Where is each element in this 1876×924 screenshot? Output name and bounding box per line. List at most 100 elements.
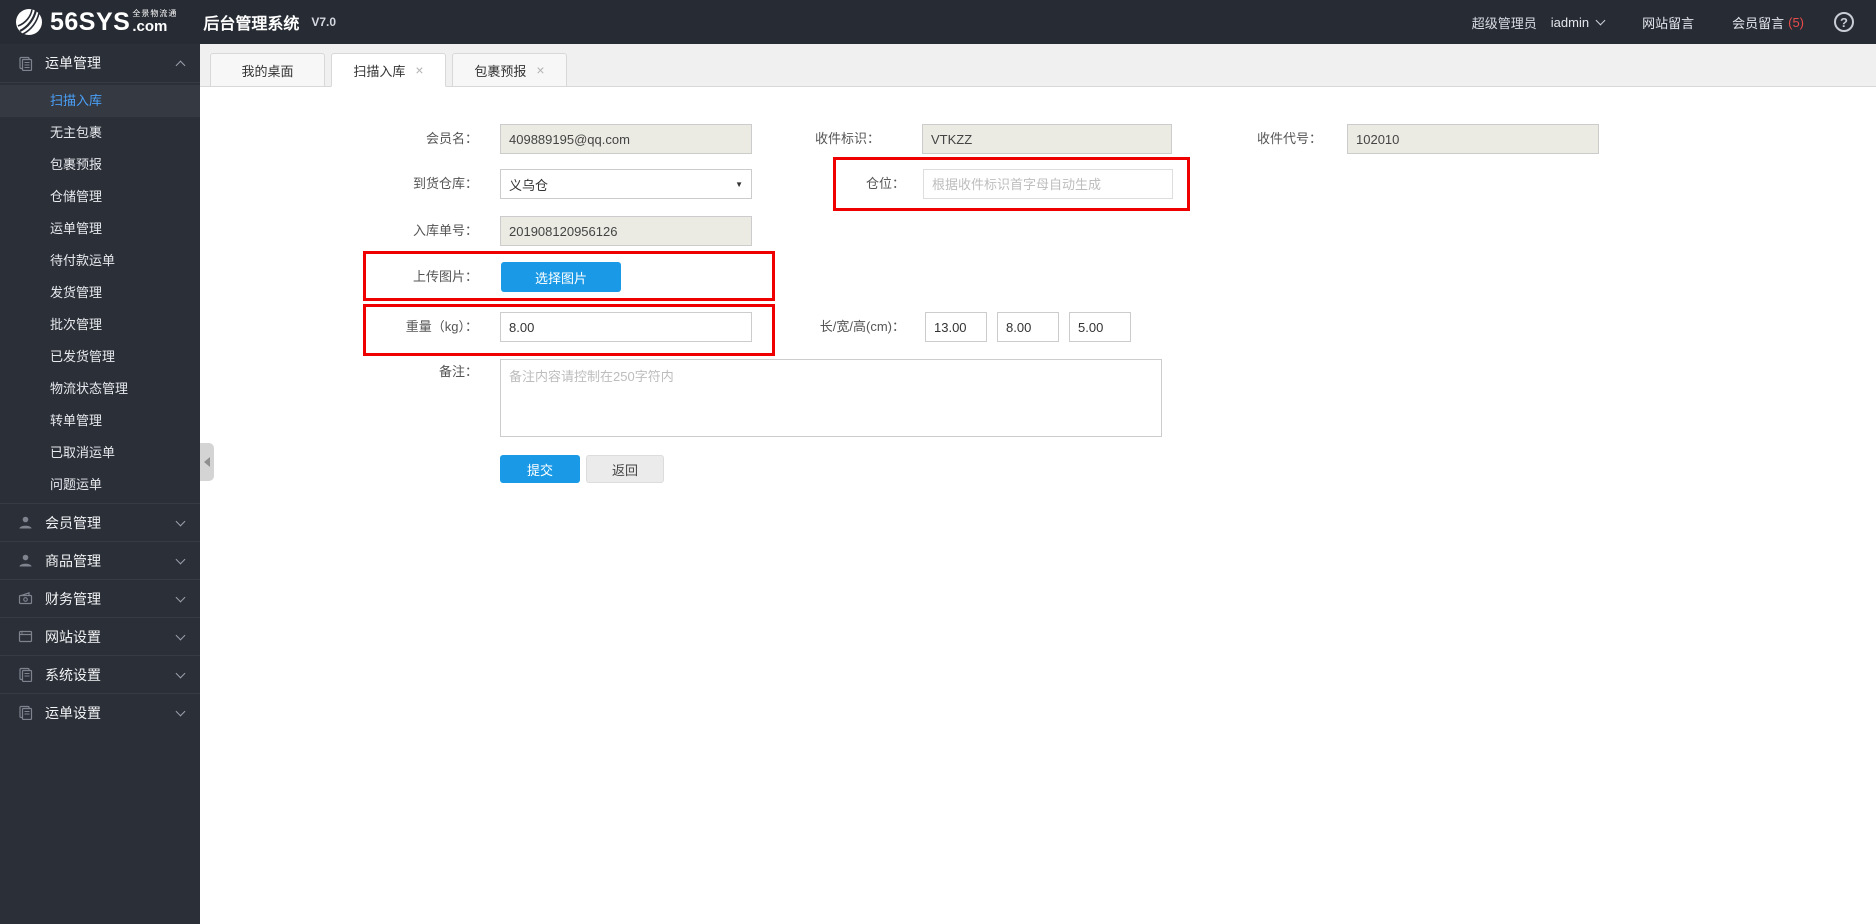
member-messages-label: 会员留言 <box>1732 15 1785 31</box>
length-field[interactable] <box>925 312 987 342</box>
document-icon <box>19 667 33 682</box>
dropdown-arrow-icon: ▼ <box>735 179 743 189</box>
sidebar-item-cancelled-waybills[interactable]: 已取消运单 <box>0 437 200 469</box>
tab-label: 包裹预报 <box>474 63 527 79</box>
sidebar-group-website-settings[interactable]: 网站设置 <box>0 617 200 655</box>
sidebar-item-batch-management[interactable]: 批次管理 <box>0 309 200 341</box>
finance-icon <box>18 591 33 605</box>
member-name-label: 会员名： <box>425 131 478 146</box>
browser-window-icon <box>18 630 33 643</box>
user-icon <box>19 554 32 567</box>
recipient-mark-field <box>922 124 1172 154</box>
app-version: V7.0 <box>311 15 337 29</box>
submit-button[interactable]: 提交 <box>500 455 580 483</box>
sidebar-collapse-handle[interactable] <box>200 443 214 481</box>
dimensions-label: 长/宽/高(cm)： <box>819 319 905 334</box>
sidebar-item-package-forecast[interactable]: 包裹预报 <box>0 149 200 181</box>
remark-label: 备注： <box>438 364 478 379</box>
recipient-code-field <box>1347 124 1599 154</box>
top-header: 56SYS 全景物流通 .com 后台管理系统 V7.0 超级管理员 iadmi… <box>0 0 1876 44</box>
sidebar-group-system-settings[interactable]: 系统设置 <box>0 655 200 693</box>
sidebar-group-waybill-management[interactable]: 运单管理 <box>0 44 200 82</box>
sidebar-item-transfer-management[interactable]: 转单管理 <box>0 405 200 437</box>
tab-my-desktop[interactable]: 我的桌面 <box>210 53 325 87</box>
chevron-down-icon <box>175 554 186 564</box>
tab-bar: 我的桌面 扫描入库 × 包裹预报 × <box>200 44 1876 87</box>
remark-field[interactable] <box>500 359 1162 437</box>
scan-inbound-form: 会员名： 收件标识： 收件代号： 到货仓库： 义乌仓 ▼ 仓位： 入库单号： 上… <box>200 87 1876 923</box>
close-icon[interactable]: × <box>536 63 544 77</box>
logo-domain: .com <box>132 18 168 35</box>
user-icon <box>19 516 32 529</box>
tab-scan-inbound[interactable]: 扫描入库 × <box>331 53 446 87</box>
tab-label: 扫描入库 <box>353 63 406 79</box>
logo-globe-icon <box>16 9 42 35</box>
sidebar-group-label: 系统设置 <box>45 666 101 683</box>
sidebar-group-finance-management[interactable]: 财务管理 <box>0 579 200 617</box>
sidebar-group-member-management[interactable]: 会员管理 <box>0 503 200 541</box>
logo-tagline: 全景物流通 <box>132 9 178 18</box>
slot-label: 仓位： <box>865 176 905 191</box>
selected-warehouse: 义乌仓 <box>509 177 549 193</box>
chevron-up-icon <box>175 60 186 70</box>
tab-label: 我的桌面 <box>241 63 294 79</box>
logo: 56SYS 全景物流通 .com <box>14 7 177 37</box>
slot-field[interactable] <box>923 169 1173 199</box>
sidebar-group-label: 财务管理 <box>45 590 101 607</box>
chevron-down-icon <box>175 630 186 640</box>
chevron-down-icon <box>175 516 186 526</box>
user-role-label: 超级管理员 <box>1471 15 1537 31</box>
app-title: 后台管理系统 <box>203 16 300 33</box>
chevron-down-icon <box>175 706 186 716</box>
upload-image-label: 上传图片： <box>412 269 478 284</box>
sidebar-item-warehouse-management[interactable]: 仓储管理 <box>0 181 200 213</box>
user-menu[interactable]: iadmin <box>1550 14 1606 30</box>
document-icon <box>19 705 33 720</box>
sidebar-group-label: 会员管理 <box>45 514 101 531</box>
chevron-down-icon <box>1595 15 1606 25</box>
recipient-mark-label: 收件标识： <box>814 131 880 146</box>
arrival-warehouse-label: 到货仓库： <box>412 176 478 191</box>
sidebar-group-waybill-settings[interactable]: 运单设置 <box>0 693 200 731</box>
help-glyph: ? <box>1840 14 1848 30</box>
member-name-field <box>500 124 752 154</box>
sidebar-group-label: 网站设置 <box>45 628 101 645</box>
inbound-no-field <box>500 216 752 246</box>
sidebar: 运单管理 扫描入库 无主包裹 包裹预报 仓储管理 运单管理 待付款运单 发货管理… <box>0 44 200 924</box>
sidebar-item-unclaimed-packages[interactable]: 无主包裹 <box>0 117 200 149</box>
sidebar-group-product-management[interactable]: 商品管理 <box>0 541 200 579</box>
sidebar-group-label: 商品管理 <box>45 552 101 569</box>
sidebar-item-scan-inbound[interactable]: 扫描入库 <box>0 85 200 117</box>
sidebar-item-waybill-management[interactable]: 运单管理 <box>0 213 200 245</box>
username: iadmin <box>1550 14 1590 30</box>
tab-package-forecast[interactable]: 包裹预报 × <box>452 53 567 87</box>
inbound-no-label: 入库单号： <box>412 223 478 238</box>
back-button[interactable]: 返回 <box>586 455 664 483</box>
close-icon[interactable]: × <box>415 63 423 77</box>
member-messages-count: (5) <box>1788 14 1804 30</box>
sidebar-item-logistics-status-management[interactable]: 物流状态管理 <box>0 373 200 405</box>
waybill-icon <box>19 56 33 71</box>
site-messages-link[interactable]: 网站留言 <box>1642 13 1694 32</box>
width-field[interactable] <box>997 312 1059 342</box>
sidebar-submenu: 扫描入库 无主包裹 包裹预报 仓储管理 运单管理 待付款运单 发货管理 批次管理… <box>0 82 200 503</box>
sidebar-group-label: 运单管理 <box>45 55 101 71</box>
height-field[interactable] <box>1069 312 1131 342</box>
member-messages-link[interactable]: 会员留言 (5) <box>1732 13 1804 32</box>
collapse-arrow-icon <box>204 457 210 467</box>
sidebar-item-shipped-management[interactable]: 已发货管理 <box>0 341 200 373</box>
sidebar-item-shipping-management[interactable]: 发货管理 <box>0 277 200 309</box>
sidebar-group-label: 运单设置 <box>45 704 101 721</box>
sidebar-item-pending-payment-waybills[interactable]: 待付款运单 <box>0 245 200 277</box>
sidebar-item-problem-waybills[interactable]: 问题运单 <box>0 469 200 501</box>
main-area: 我的桌面 扫描入库 × 包裹预报 × 会员名： 收件标识： 收件代号： <box>200 44 1876 924</box>
chevron-down-icon <box>175 668 186 678</box>
weight-field[interactable] <box>500 312 752 342</box>
logo-text: 56SYS <box>50 7 131 36</box>
recipient-code-label: 收件代号： <box>1256 131 1322 146</box>
choose-image-button[interactable]: 选择图片 <box>501 262 621 292</box>
app-window: 56SYS 全景物流通 .com 后台管理系统 V7.0 超级管理员 iadmi… <box>0 0 1876 924</box>
help-icon[interactable]: ? <box>1834 12 1854 32</box>
arrival-warehouse-select[interactable]: 义乌仓 ▼ <box>500 169 752 199</box>
chevron-down-icon <box>175 592 186 602</box>
